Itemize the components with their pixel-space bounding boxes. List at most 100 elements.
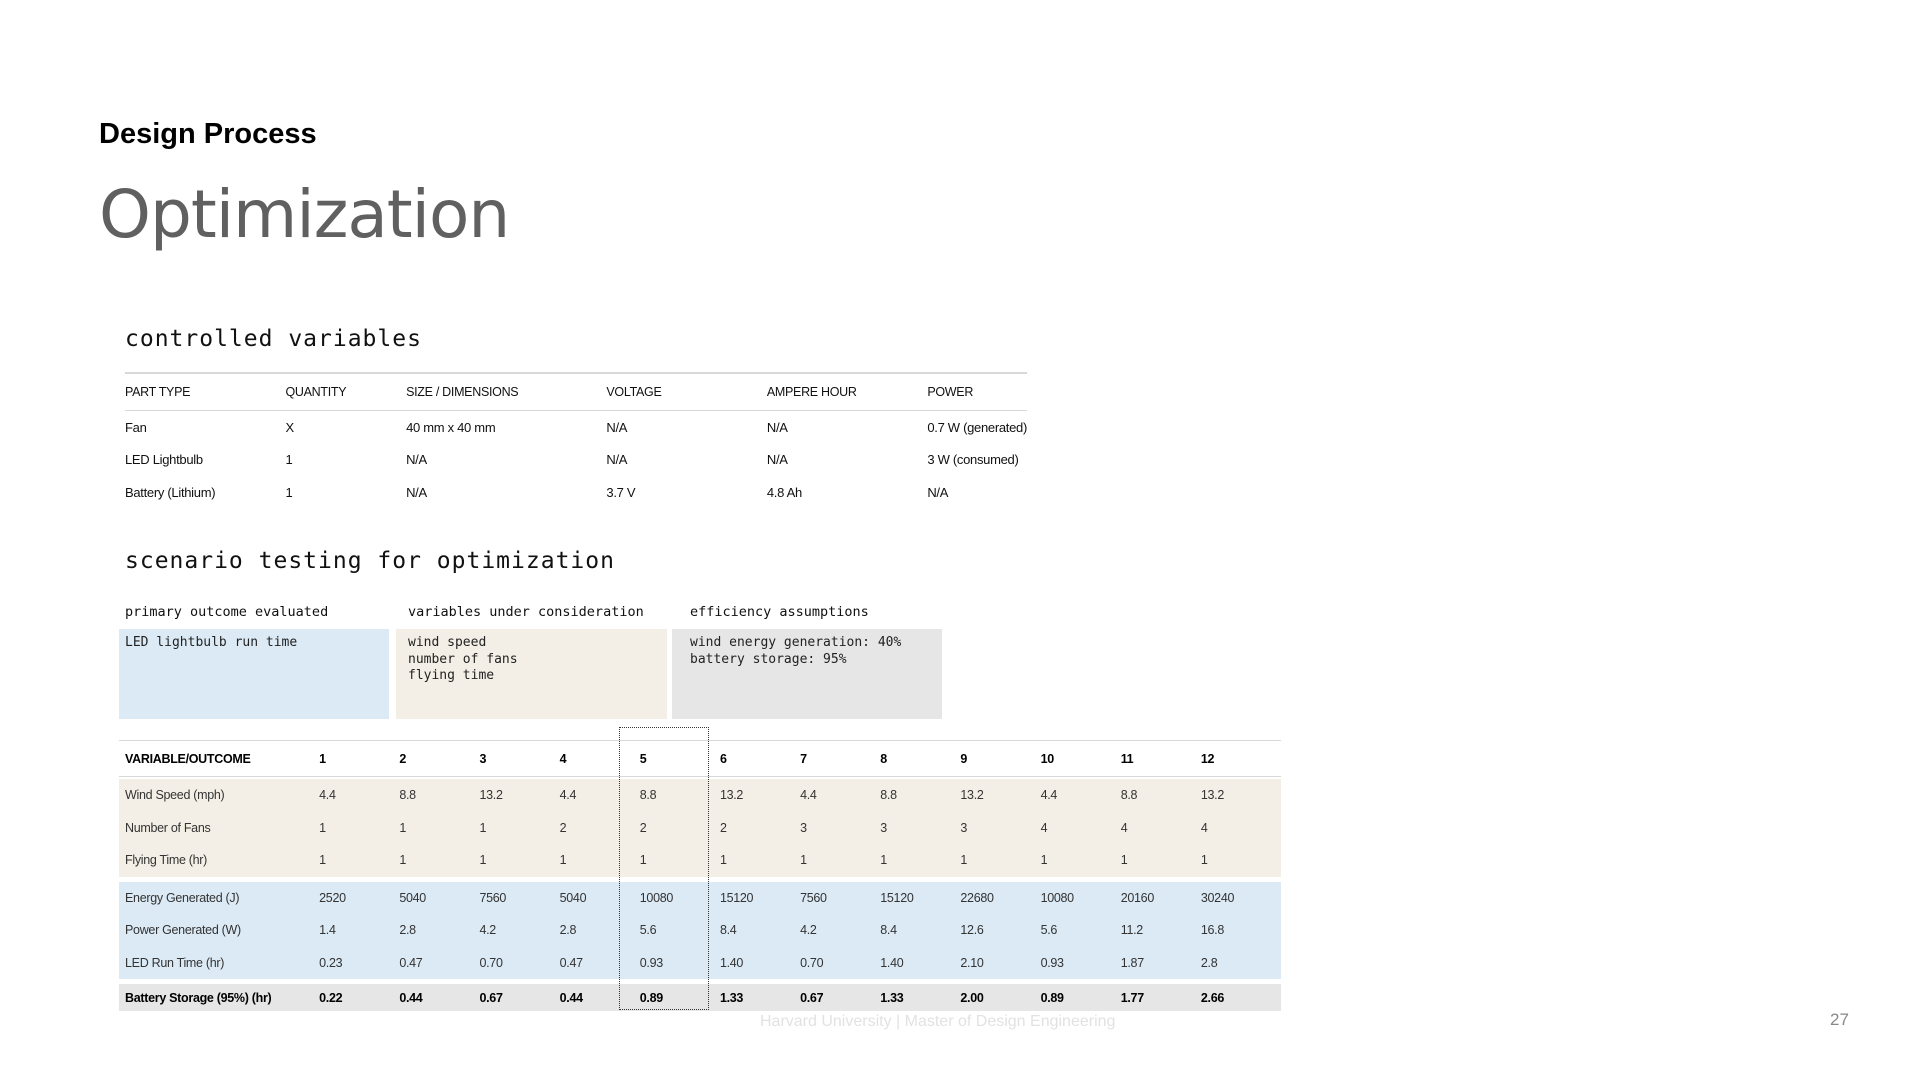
table-cell: 0.7 W (generated) bbox=[927, 419, 1028, 435]
table-cell: Battery (Lithium) bbox=[125, 484, 216, 500]
table-cell: 4.4 bbox=[319, 788, 336, 803]
table-cell: 7560 bbox=[479, 890, 507, 905]
table-cell: 13.2 bbox=[1200, 788, 1225, 803]
table-cell: N/A bbox=[606, 419, 628, 435]
variables-box: wind speed number of fans flying time bbox=[396, 629, 667, 719]
table-cell: 0.67 bbox=[800, 990, 824, 1005]
table-cell: 10080 bbox=[1040, 890, 1075, 905]
table-cell: 3 bbox=[880, 820, 887, 835]
primary-outcome-heading: primary outcome evaluated bbox=[125, 604, 329, 620]
table-cell: 15120 bbox=[719, 890, 754, 905]
table-cell: 11.2 bbox=[1120, 923, 1144, 938]
table-cell: 1.33 bbox=[880, 990, 904, 1005]
row-label: LED Run Time (hr) bbox=[125, 955, 225, 970]
row-label: Flying Time (hr) bbox=[125, 853, 208, 868]
table-cell: 2 bbox=[399, 751, 406, 766]
table-cell: 0.44 bbox=[399, 990, 423, 1005]
table-cell: 1.40 bbox=[719, 955, 744, 970]
column-header: VOLTAGE bbox=[606, 385, 662, 399]
table-cell: 1.40 bbox=[880, 955, 904, 970]
table-cell: N/A bbox=[766, 452, 788, 468]
controlled-variables-table: PART TYPE QUANTITY SIZE / DIMENSIONS VOLTAG… bbox=[125, 372, 1027, 509]
variables-heading: variables under consideration bbox=[408, 604, 644, 620]
table-cell: 1 bbox=[719, 853, 727, 868]
table-cell: 8.4 bbox=[719, 923, 737, 938]
table-cell: 9 bbox=[960, 751, 968, 766]
table-cell: 0.93 bbox=[1040, 955, 1064, 970]
table-cell: 8.8 bbox=[880, 788, 897, 803]
row-label: Power Generated (W) bbox=[125, 923, 241, 938]
row-label: Energy Generated (J) bbox=[125, 890, 240, 905]
table-cell: 7 bbox=[800, 751, 807, 766]
table-cell: Fan bbox=[125, 419, 147, 435]
efficiency-box: wind energy generation: 40% battery stor… bbox=[672, 629, 942, 719]
table-cell: 1 bbox=[1120, 853, 1128, 868]
table-cell: 12 bbox=[1200, 751, 1215, 766]
table-cell: N/A bbox=[927, 484, 949, 500]
table-cell: 0.47 bbox=[399, 955, 423, 970]
table-cell: 2.8 bbox=[399, 923, 416, 938]
table-cell: 0.67 bbox=[479, 990, 503, 1005]
table-cell: 4 bbox=[1120, 820, 1128, 835]
table-cell: 1.4 bbox=[319, 923, 336, 938]
table-cell: 30240 bbox=[1200, 890, 1235, 905]
table-cell: 8.8 bbox=[1120, 788, 1138, 803]
table-cell: 1 bbox=[1040, 853, 1048, 868]
table-cell: 1 bbox=[285, 452, 293, 468]
table-cell: 11 bbox=[1120, 751, 1134, 766]
row-label: Number of Fans bbox=[125, 820, 211, 835]
table-cell: 13.2 bbox=[479, 788, 503, 803]
table-cell: 2520 bbox=[319, 890, 346, 905]
table-cell: 4.2 bbox=[800, 923, 817, 938]
table-cell: 1 bbox=[319, 853, 326, 868]
table-cell: 0.70 bbox=[479, 955, 503, 970]
primary-outcome-box: LED lightbulb run time bbox=[119, 629, 389, 719]
table-cell: 15120 bbox=[880, 890, 914, 905]
table-cell: 3.7 V bbox=[606, 484, 636, 500]
table-cell: N/A bbox=[606, 452, 628, 468]
table-row: LED Lightbulb 1 N/A N/A N/A 3 W (consumed) bbox=[125, 444, 1027, 477]
table-cell: 4.2 bbox=[479, 923, 496, 938]
table-cell: 3 bbox=[479, 751, 487, 766]
table-cell: 8.8 bbox=[399, 788, 416, 803]
table-cell: 13.2 bbox=[719, 788, 744, 803]
table-cell: 1 bbox=[319, 820, 326, 835]
table-cell: 2 bbox=[719, 820, 727, 835]
table-cell: 5040 bbox=[399, 890, 426, 905]
table-cell: 1.33 bbox=[719, 990, 744, 1005]
controlled-variables-heading: controlled variables bbox=[125, 326, 422, 352]
table-cell: LED Lightbulb bbox=[125, 452, 203, 468]
table-cell: 2.10 bbox=[960, 955, 984, 970]
table-cell: 1 bbox=[479, 853, 487, 868]
table-cell: 22680 bbox=[960, 890, 994, 905]
column-header: AMPERE HOUR bbox=[766, 385, 857, 399]
table-cell: 13.2 bbox=[960, 788, 984, 803]
table-cell: 40 mm x 40 mm bbox=[406, 419, 496, 435]
page-title: Optimization bbox=[99, 176, 510, 253]
table-cell: 3 bbox=[960, 820, 968, 835]
table-cell: 20160 bbox=[1120, 890, 1155, 905]
table-cell: 1 bbox=[880, 853, 887, 868]
table-cell: 8 bbox=[880, 751, 887, 766]
table-cell: 0.70 bbox=[800, 955, 824, 970]
highlighted-scenario-box bbox=[619, 727, 709, 1010]
table-cell: N/A bbox=[406, 452, 427, 468]
table-cell: 1 bbox=[399, 853, 406, 868]
table-cell: 10 bbox=[1040, 751, 1055, 766]
table-cell: 8.4 bbox=[880, 923, 897, 938]
column-header: POWER bbox=[927, 385, 974, 399]
row-label: Battery Storage (95%) (hr) bbox=[125, 990, 272, 1005]
table-cell: 3 bbox=[800, 820, 807, 835]
table-cell: 2.00 bbox=[960, 990, 984, 1005]
table-cell: 1 bbox=[800, 853, 807, 868]
efficiency-heading: efficiency assumptions bbox=[690, 604, 869, 620]
table-cell: N/A bbox=[406, 484, 427, 500]
table-cell: 3 W (consumed) bbox=[927, 452, 1019, 468]
table-cell: 5.6 bbox=[1040, 923, 1058, 938]
table-cell: 16.8 bbox=[1200, 923, 1225, 938]
table-cell: 1.87 bbox=[1120, 955, 1144, 970]
table-cell: 1.77 bbox=[1120, 990, 1144, 1005]
table-cell: X bbox=[285, 419, 294, 435]
table-header-row: PART TYPE QUANTITY SIZE / DIMENSIONS VOLTAG… bbox=[125, 374, 1027, 411]
table-cell: 0.22 bbox=[319, 990, 343, 1005]
